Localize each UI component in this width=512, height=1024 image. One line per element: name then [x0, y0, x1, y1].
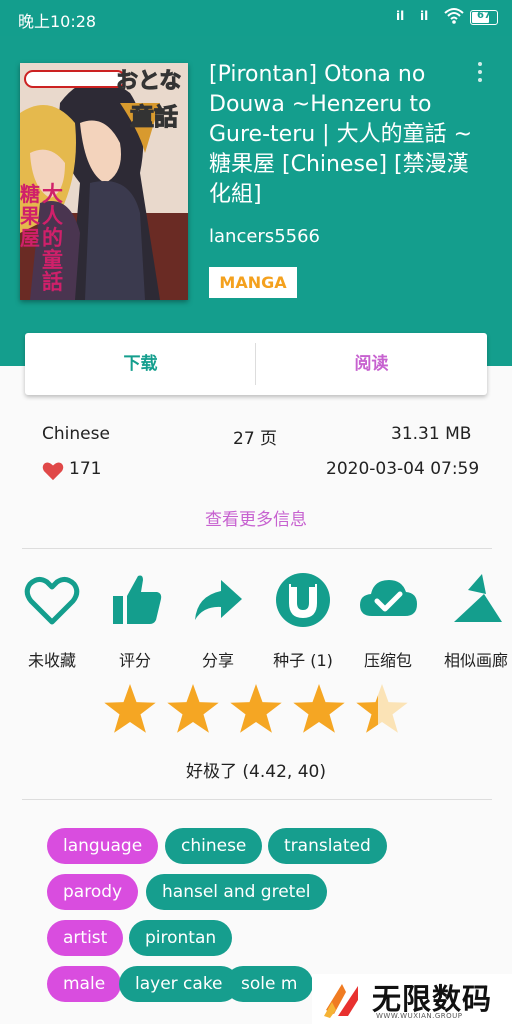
cover-subtitle-text-2: 糖果屋: [20, 182, 40, 250]
page-count: 27 页: [233, 429, 278, 449]
battery-icon: 67: [470, 10, 498, 25]
rating-star-icon[interactable]: [293, 684, 345, 733]
wifi-icon: [444, 8, 464, 24]
action-bar: 下载 阅读: [25, 333, 487, 395]
tool-label: 未收藏: [27, 651, 76, 670]
tag-value[interactable]: translated: [268, 828, 387, 864]
divider: [22, 548, 492, 549]
tool-label: 种子 (1): [273, 651, 333, 670]
thumbs-up-icon: [113, 575, 162, 624]
download-button[interactable]: 下载: [25, 333, 256, 395]
tag-value[interactable]: layer cake: [119, 966, 239, 1002]
torrent-icon: [276, 573, 330, 627]
favorite-count: 171: [69, 459, 102, 479]
tool-label: 分享: [201, 651, 234, 670]
tool-label: 评分: [118, 651, 151, 670]
tag-value[interactable]: sole m: [225, 966, 314, 1002]
gallery-title: [Pirontan] Otona no Douwa ~Henzeru to Gu…: [209, 62, 473, 207]
cover-title-text-2: 童話: [130, 103, 179, 132]
share-tool[interactable]: 分享: [175, 570, 261, 671]
cover-title-text: おとな: [115, 69, 182, 95]
status-bar: 晚上10:28 il il 67: [0, 0, 512, 36]
torrent-tool[interactable]: 种子 (1): [260, 570, 346, 671]
similar-tool[interactable]: 相似画廊: [433, 570, 512, 671]
tag-value[interactable]: hansel and gretel: [146, 874, 327, 910]
cover-subtitle-text: 大人的童話: [42, 182, 63, 294]
posted-date: 2020-03-04 07:59: [326, 459, 480, 479]
rating-star-icon[interactable]: [230, 684, 282, 733]
tool-label: 相似画廊: [443, 651, 508, 670]
rate-tool[interactable]: 评分: [92, 570, 178, 671]
tag-namespace[interactable]: parody: [47, 874, 139, 910]
more-info-link[interactable]: 查看更多信息: [0, 505, 512, 530]
tag-value[interactable]: chinese: [165, 828, 263, 864]
category-badge[interactable]: MANGA: [209, 267, 297, 298]
rating-text: 好极了 (4.42, 40): [186, 762, 326, 782]
rating-star-icon[interactable]: [356, 684, 408, 733]
uploader-name[interactable]: lancers5566: [209, 226, 320, 247]
watermark-logo-icon: [324, 984, 358, 1018]
tag-namespace[interactable]: artist: [47, 920, 124, 956]
tag-value[interactable]: pirontan: [129, 920, 233, 956]
favorite-heart-icon: [42, 462, 64, 481]
share-arrow-icon: [195, 580, 242, 620]
status-time: 晚上10:28: [18, 12, 97, 31]
watermark-subtitle: WWW.WUXIAN.GROUP: [376, 1012, 463, 1020]
rating-star-icon[interactable]: [167, 684, 219, 733]
similar-gallery-icon: [454, 574, 502, 622]
heart-outline-icon: [24, 576, 80, 625]
tag-namespace[interactable]: male: [47, 966, 122, 1002]
tool-label: 压缩包: [363, 651, 412, 670]
overflow-menu-icon[interactable]: [472, 60, 488, 88]
battery-level: 67: [477, 10, 491, 21]
cloud-check-icon: [360, 580, 417, 616]
tag-namespace[interactable]: language: [47, 828, 159, 864]
rating-stars[interactable]: [100, 683, 412, 739]
cover-image[interactable]: おとな 童話 大人的童話 糖果屋: [20, 63, 188, 300]
signal-icon-2: il: [420, 9, 429, 23]
archive-tool[interactable]: 压缩包: [345, 570, 431, 671]
watermark: 无限数码 WWW.WUXIAN.GROUP: [312, 974, 512, 1024]
signal-icon: il: [396, 9, 405, 23]
favorite-tool[interactable]: 未收藏: [9, 570, 95, 671]
file-size: 31.31 MB: [391, 424, 472, 444]
language-value: Chinese: [42, 424, 110, 444]
rating-star-icon[interactable]: [104, 684, 156, 733]
read-button[interactable]: 阅读: [256, 333, 487, 395]
divider-2: [22, 799, 492, 800]
